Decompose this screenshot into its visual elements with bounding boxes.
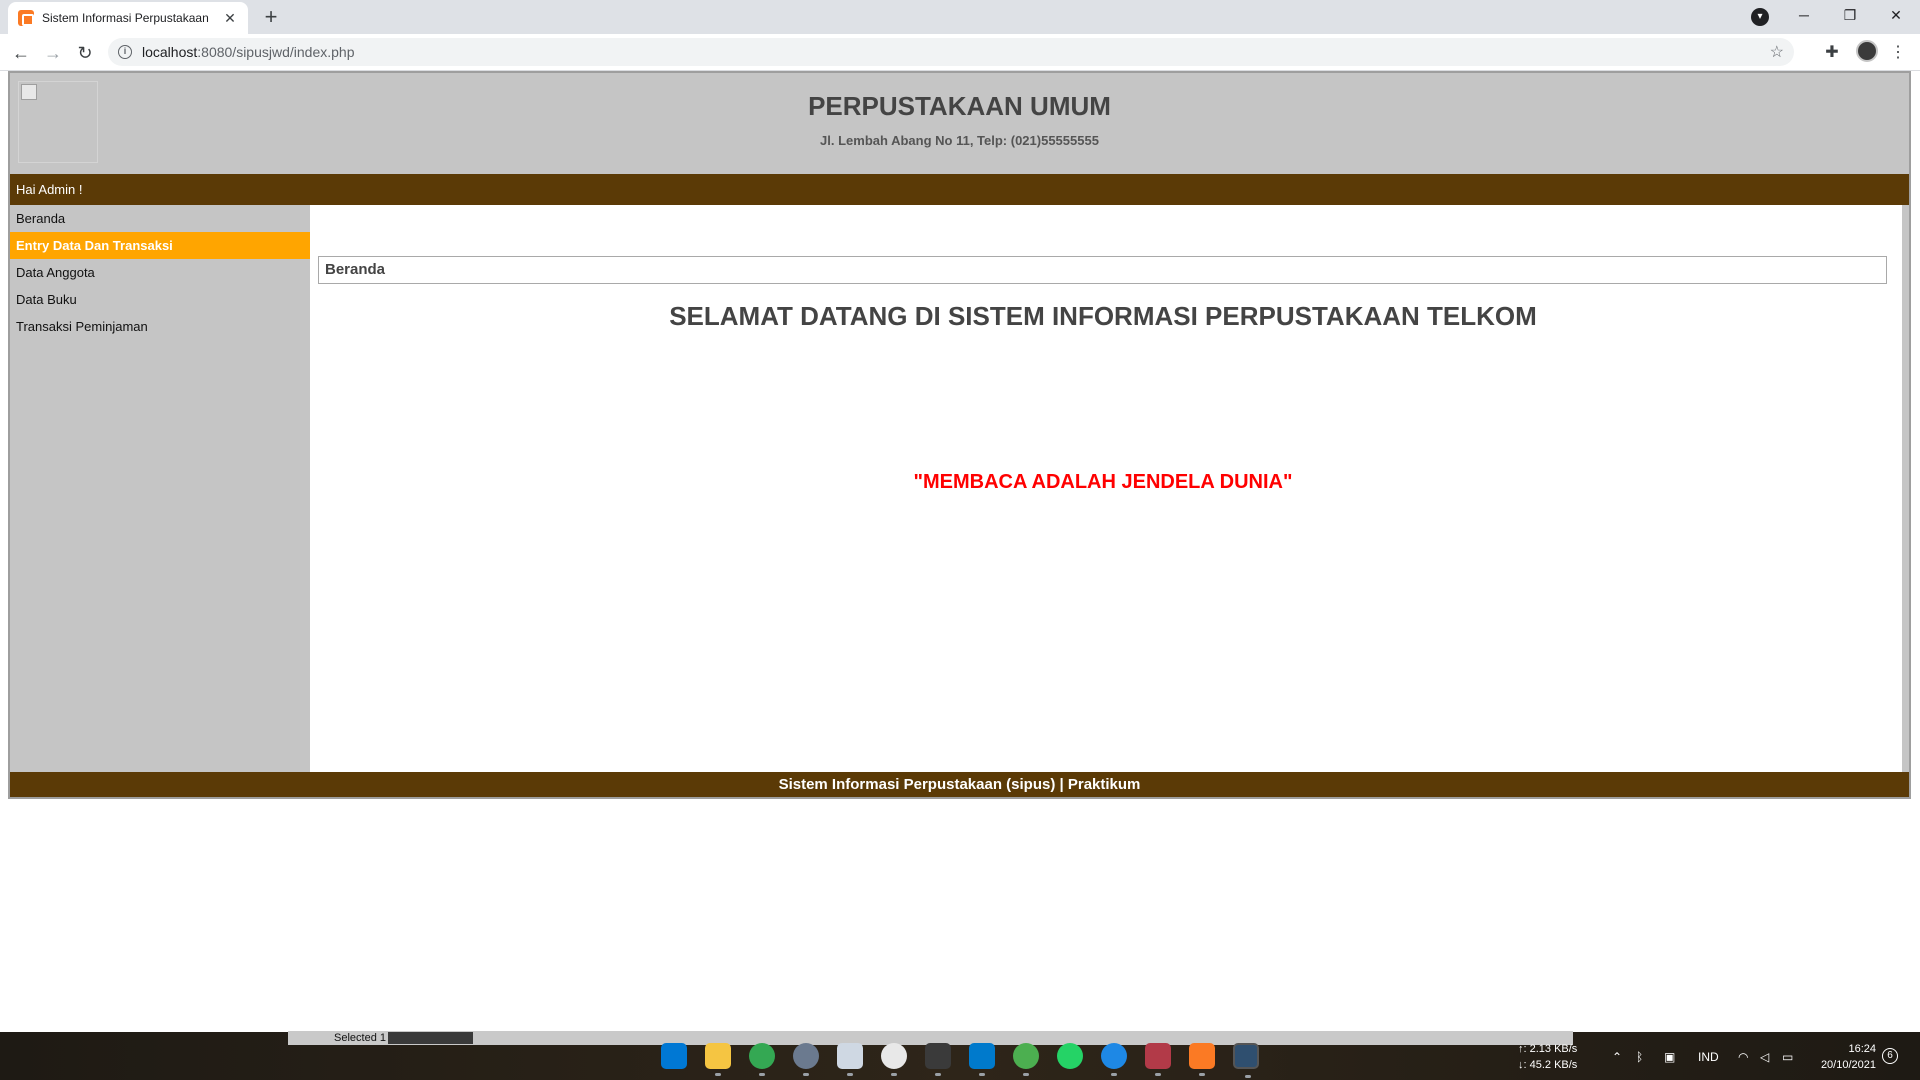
restore-button[interactable]: ❐: [1828, 0, 1872, 30]
xampp-icon[interactable]: [1189, 1043, 1215, 1076]
close-window-button[interactable]: ✕: [1874, 0, 1918, 30]
terminal-icon[interactable]: [925, 1043, 951, 1076]
app-icon-4[interactable]: [837, 1043, 863, 1076]
url-path: :8080/sipusjwd/index.php: [197, 44, 355, 60]
status-popup-dark: [388, 1032, 473, 1044]
site-info-icon[interactable]: i: [118, 45, 132, 59]
wifi-icon[interactable]: ◠: [1738, 1050, 1748, 1064]
sidebar-item-beranda[interactable]: Beranda: [10, 205, 310, 232]
language-indicator[interactable]: IND: [1698, 1050, 1719, 1064]
whatsapp-icon[interactable]: [1057, 1043, 1083, 1069]
sidebar-item-data-anggota[interactable]: Data Anggota: [10, 259, 310, 286]
tab-search-icon[interactable]: ▾: [1751, 8, 1769, 26]
breadcrumb: Beranda: [318, 256, 1887, 284]
tray-app-icon[interactable]: ▣: [1664, 1050, 1675, 1064]
url-text[interactable]: localhost:8080/sipusjwd/index.php: [142, 44, 1770, 60]
file-explorer-icon[interactable]: [705, 1043, 731, 1076]
forward-button[interactable]: →: [40, 40, 66, 66]
winrar-icon[interactable]: [1145, 1043, 1171, 1076]
url-host: localhost: [142, 44, 198, 60]
network-speed: ↑: 2.13 KB/s ↓: 45.2 KB/s: [1518, 1041, 1577, 1073]
net-upload: ↑: 2.13 KB/s: [1518, 1043, 1578, 1055]
chrome-alt-icon[interactable]: [1101, 1043, 1127, 1076]
page-frame: PERPUSTAKAAN UMUM Jl. Lembah Abang No 11…: [8, 71, 1911, 799]
browser-tab[interactable]: Sistem Informasi Perpustakaan ✕: [8, 2, 248, 34]
reload-button[interactable]: ↻: [72, 40, 98, 66]
sidebar-menu: Beranda Entry Data Dan Transaksi Data An…: [10, 205, 310, 772]
sidebar-item-transaksi-peminjaman[interactable]: Transaksi Peminjaman: [10, 313, 310, 340]
net-download: ↓: 45.2 KB/s: [1518, 1059, 1578, 1071]
site-title: PERPUSTAKAAN UMUM: [808, 91, 1111, 121]
app-icon-3[interactable]: [793, 1043, 819, 1076]
chrome-menu-icon[interactable]: ⋮: [1886, 41, 1910, 65]
notification-count-badge[interactable]: 6: [1882, 1048, 1898, 1064]
bookmark-star-icon[interactable]: ☆: [1770, 42, 1784, 62]
start-windows-icon[interactable]: [661, 1043, 687, 1069]
site-address: Jl. Lembah Abang No 11, Telp: (021)55555…: [820, 133, 1099, 148]
site-footer: Sistem Informasi Perpustakaan (sipus) | …: [10, 772, 1909, 797]
site-header: PERPUSTAKAAN UMUM Jl. Lembah Abang No 11…: [10, 73, 1909, 174]
bluetooth-icon[interactable]: ᛒ: [1636, 1050, 1643, 1064]
address-bar[interactable]: i localhost:8080/sipusjwd/index.php ☆: [108, 38, 1794, 66]
new-tab-button[interactable]: +: [258, 4, 284, 30]
browser-tabstrip: Sistem Informasi Perpustakaan ✕ + ▾ ─ ❐ …: [0, 0, 1920, 34]
clock-time: 16:24: [1848, 1043, 1876, 1055]
mysql-workbench-icon[interactable]: [1233, 1043, 1259, 1078]
status-popup-text: Selected 1: [334, 1032, 386, 1044]
motto-text: "MEMBACA ADALAH JENDELA DUNIA": [913, 471, 1293, 493]
clock[interactable]: 16:24 20/10/2021: [1810, 1041, 1876, 1073]
tray-chevron-icon[interactable]: ⌃: [1612, 1050, 1622, 1064]
welcome-heading: SELAMAT DATANG DI SISTEM INFORMASI PERPU…: [669, 301, 1537, 331]
chrome-profile-icon[interactable]: [1013, 1043, 1039, 1076]
greeting-text: Hai Admin !: [16, 182, 83, 197]
browser-toolbar: ← → ↻ i localhost:8080/sipusjwd/index.ph…: [0, 34, 1920, 71]
chrome-icon[interactable]: [749, 1043, 775, 1076]
sidebar-item-data-buku[interactable]: Data Buku: [10, 286, 310, 313]
vscode-icon[interactable]: [969, 1043, 995, 1076]
app-icon-5[interactable]: [881, 1043, 907, 1076]
battery-icon[interactable]: ▭: [1782, 1050, 1793, 1064]
greeting-bar: Hai Admin !: [10, 174, 1909, 205]
volume-icon[interactable]: ◁: [1760, 1050, 1769, 1064]
right-border-strip: [1902, 205, 1909, 772]
profile-avatar[interactable]: [1856, 40, 1878, 62]
close-tab-icon[interactable]: ✕: [222, 10, 238, 27]
clock-date: 20/10/2021: [1820, 1059, 1876, 1071]
back-button[interactable]: ←: [8, 40, 34, 66]
tab-title: Sistem Informasi Perpustakaan: [42, 11, 209, 25]
xampp-favicon-icon: [18, 10, 34, 26]
main-content: Beranda SELAMAT DATANG DI SISTEM INFORMA…: [310, 205, 1902, 772]
minimize-button[interactable]: ─: [1782, 0, 1826, 30]
sidebar-item-entry-data[interactable]: Entry Data Dan Transaksi: [10, 232, 310, 259]
extensions-puzzle-icon[interactable]: ✚: [1820, 41, 1844, 65]
